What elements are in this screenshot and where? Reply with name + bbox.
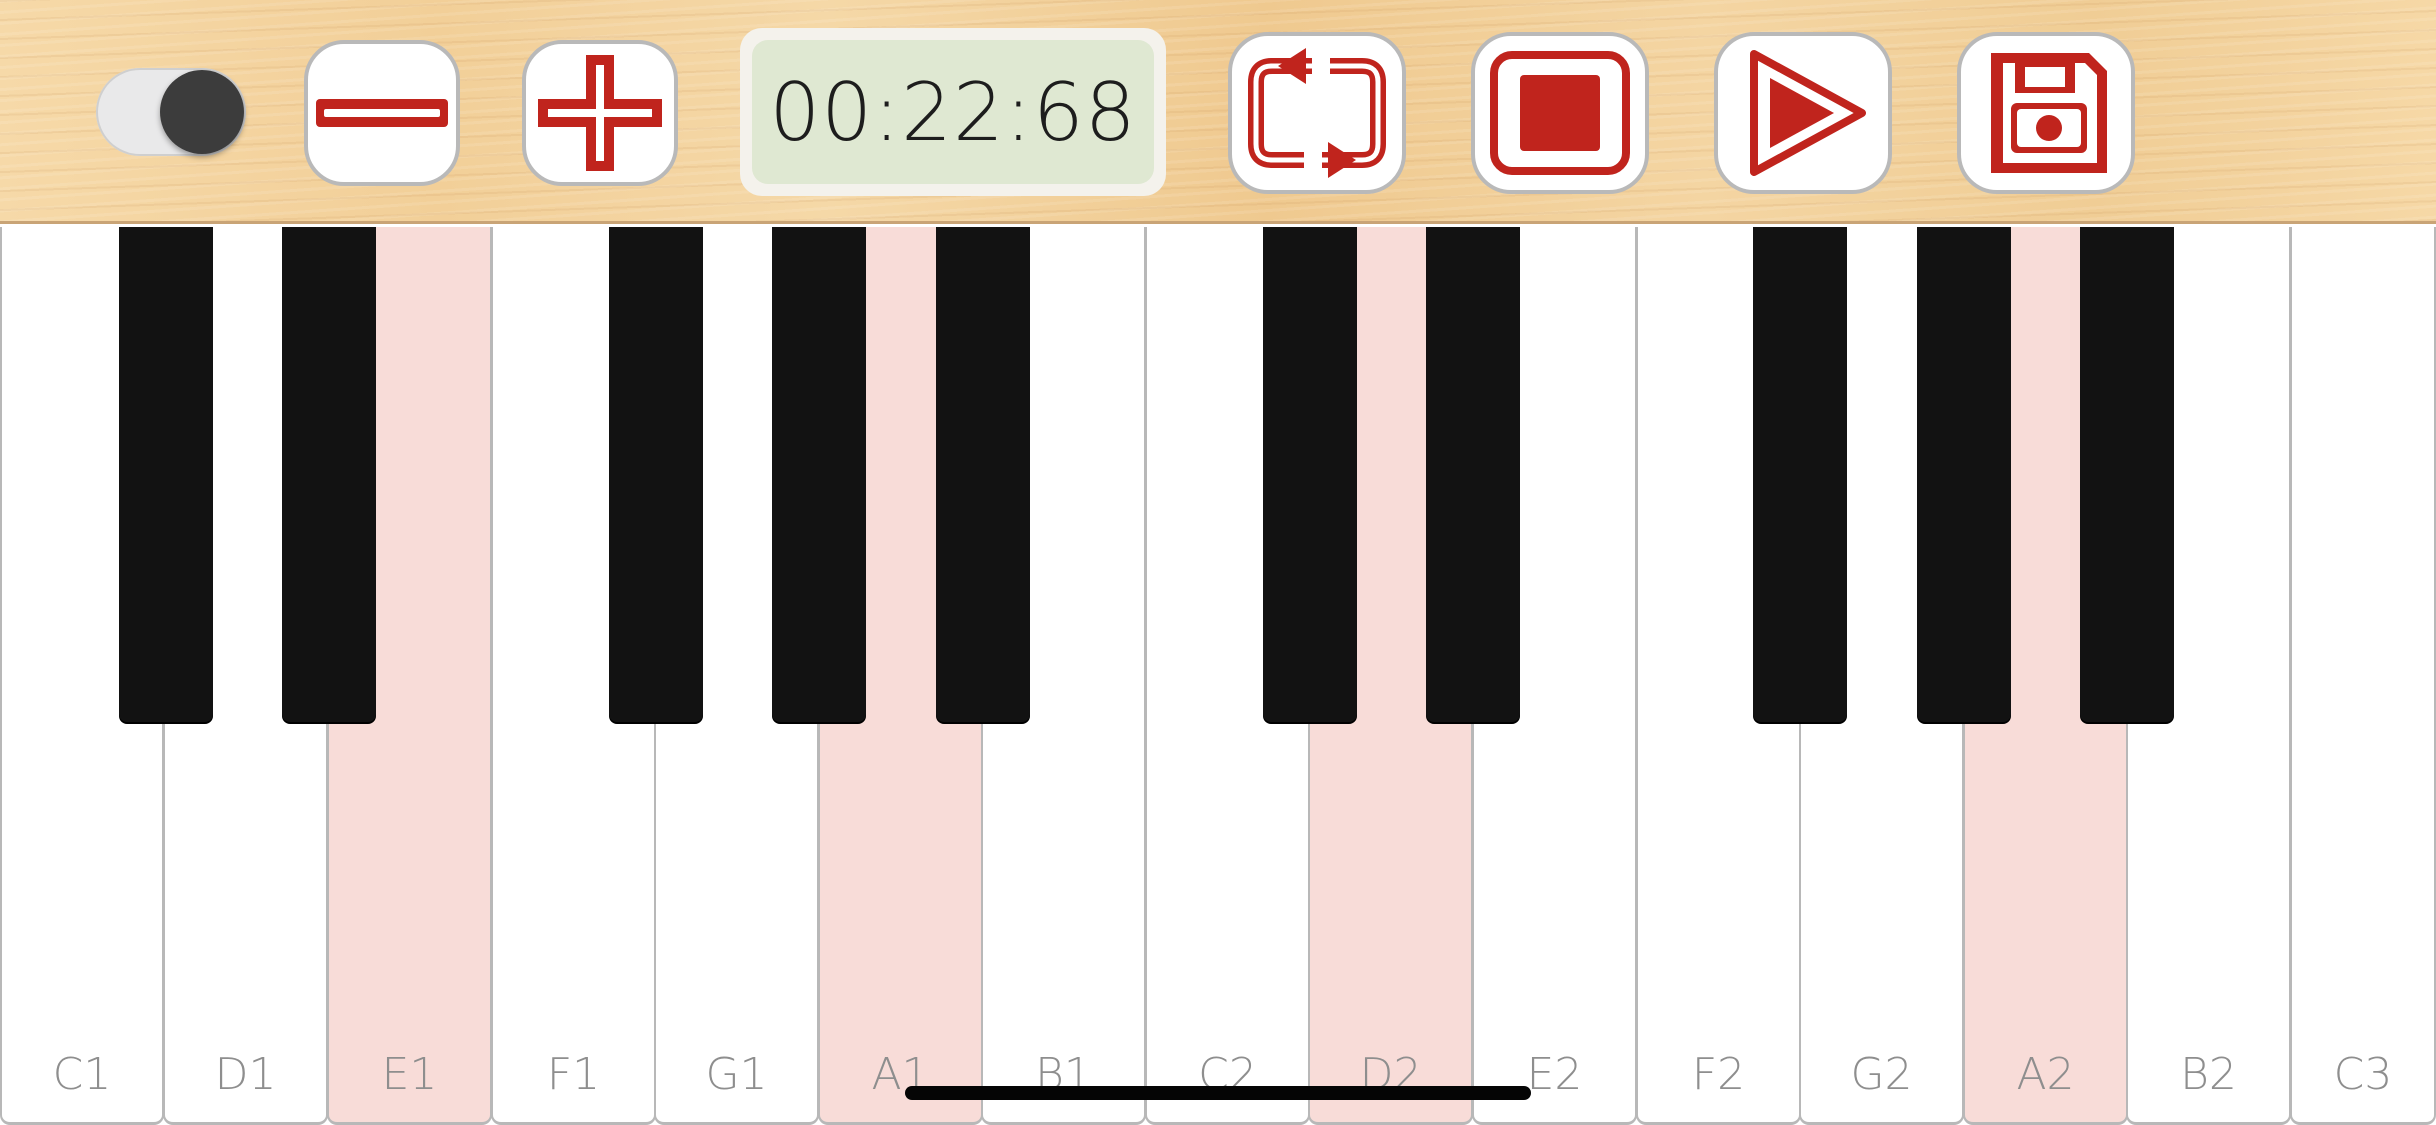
plus-icon <box>538 55 662 171</box>
loop-button[interactable] <box>1228 32 1406 194</box>
black-key-a#1[interactable] <box>936 227 1030 722</box>
save-icon <box>1991 53 2107 173</box>
piano-keyboard: C1 D1 E1 F1 G1 A1 B1 C2 D2 E2 F2 G2 A2 B… <box>0 227 2436 1125</box>
timer-display: 00:22:68 <box>752 40 1154 184</box>
key-label: G2 <box>1850 1049 1913 1100</box>
minus-icon <box>316 99 448 127</box>
black-key-c#2[interactable] <box>1263 227 1357 722</box>
play-button[interactable] <box>1714 32 1892 194</box>
toggle-switch[interactable] <box>96 68 246 156</box>
stop-icon <box>1490 51 1630 175</box>
key-label: G1 <box>705 1049 768 1100</box>
black-key-d#2[interactable] <box>1426 227 1520 722</box>
loop-icon <box>1248 48 1386 178</box>
plus-button[interactable] <box>522 40 678 186</box>
play-icon <box>1750 50 1866 176</box>
black-key-g#1[interactable] <box>772 227 866 722</box>
save-button[interactable] <box>1957 32 2135 194</box>
black-key-a#2[interactable] <box>2080 227 2174 722</box>
key-label: A2 <box>2016 1049 2075 1100</box>
black-key-f#2[interactable] <box>1753 227 1847 722</box>
toolbar: 00:22:68 <box>0 0 2436 224</box>
key-label: F1 <box>546 1049 601 1100</box>
key-label: F2 <box>1691 1049 1746 1100</box>
white-key-c3[interactable]: C3 <box>2290 227 2436 1125</box>
toggle-knob <box>160 70 244 154</box>
black-key-f#1[interactable] <box>609 227 703 722</box>
key-label: E1 <box>381 1049 438 1100</box>
black-key-c#1[interactable] <box>119 227 213 722</box>
home-indicator[interactable] <box>905 1086 1531 1100</box>
key-label: C3 <box>2333 1049 2393 1100</box>
key-label: B2 <box>2180 1049 2237 1100</box>
timer-frame: 00:22:68 <box>740 28 1166 196</box>
minus-button[interactable] <box>304 40 460 186</box>
black-key-d#1[interactable] <box>282 227 376 722</box>
key-label: C1 <box>52 1049 112 1100</box>
key-label: D1 <box>214 1049 277 1100</box>
black-key-g#2[interactable] <box>1917 227 2011 722</box>
stop-button[interactable] <box>1471 32 1649 194</box>
